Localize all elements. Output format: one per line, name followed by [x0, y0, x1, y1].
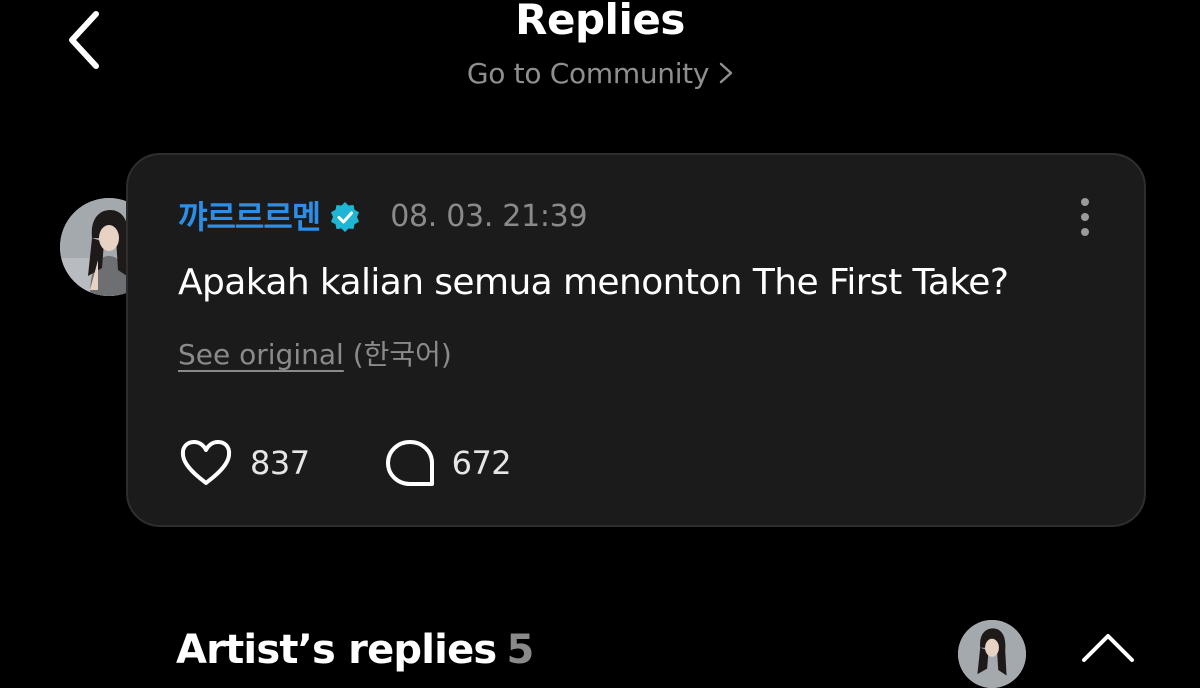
more-vertical-icon [1081, 198, 1089, 236]
artist-avatar [958, 620, 1026, 688]
post-card: 꺄르르르멘 08. 03. 21:39 Apakah kalian semua … [126, 153, 1146, 527]
page-title: Replies [515, 0, 685, 44]
post-timestamp: 08. 03. 21:39 [390, 199, 588, 234]
chevron-right-icon [719, 62, 733, 84]
original-language: (한국어) [352, 338, 452, 371]
chevron-up-icon [1082, 634, 1134, 662]
artist-replies-heading: Artist’s replies 5 [176, 622, 534, 678]
comment-count: 672 [451, 444, 512, 482]
like-count: 837 [250, 444, 310, 482]
comment-button[interactable]: 672 [384, 438, 512, 488]
author-name[interactable]: 꺄르르르멘 [178, 195, 321, 239]
artist-replies-title: Artist’s replies [176, 627, 497, 673]
more-options-button[interactable] [1070, 195, 1100, 239]
post-actions: 837 672 [178, 437, 512, 489]
comment-bubble-icon [385, 440, 434, 486]
see-original-link[interactable]: See original [178, 338, 344, 371]
like-button[interactable]: 837 [178, 438, 310, 488]
verified-badge-icon [331, 202, 360, 232]
artist-avatar-image [958, 620, 1026, 688]
collapse-button[interactable] [1078, 626, 1138, 666]
author-row: 꺄르르르멘 08. 03. 21:39 [178, 195, 588, 239]
go-to-community-link[interactable]: Go to Community [0, 54, 1200, 94]
translation-row: See original (한국어) [178, 335, 452, 375]
post-text: Apakah kalian semua menonton The First T… [178, 262, 1009, 303]
go-to-community-label[interactable]: Go to Community [467, 57, 710, 90]
heart-icon [180, 440, 232, 485]
artist-replies-count: 5 [506, 627, 534, 673]
